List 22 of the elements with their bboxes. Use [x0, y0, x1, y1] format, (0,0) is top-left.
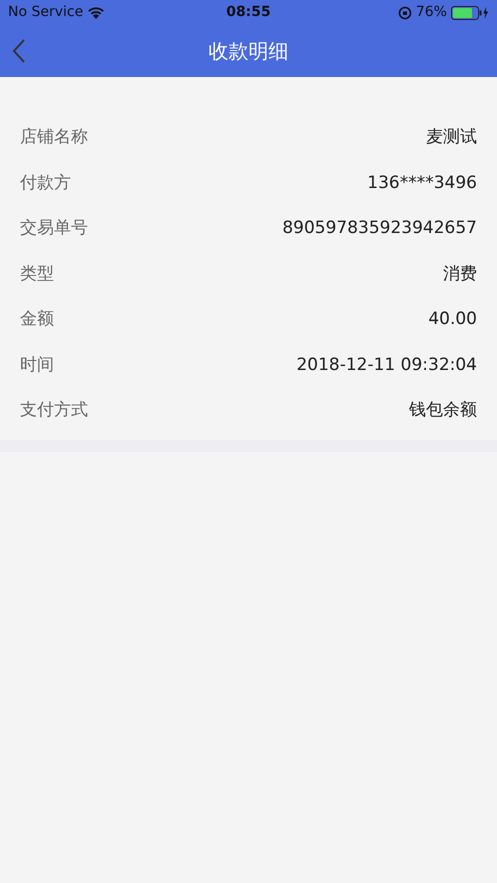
wifi-icon [87, 6, 106, 19]
detail-label: 支付方式 [20, 399, 88, 422]
detail-value: 136****3496 [367, 172, 477, 194]
detail-value: 消费 [443, 262, 477, 286]
battery-percent: 76% [416, 3, 447, 22]
detail-label: 金额 [20, 308, 54, 331]
detail-label: 付款方 [20, 172, 71, 194]
detail-value: 40.00 [428, 308, 477, 331]
back-button[interactable] [12, 38, 26, 63]
detail-value: 钱包余额 [409, 399, 477, 422]
carrier-text: No Service [8, 3, 84, 22]
battery-icon [450, 6, 489, 20]
clock-time: 08:55 [226, 3, 271, 22]
detail-label: 店铺名称 [20, 126, 88, 149]
page-title: 收款明细 [208, 38, 288, 65]
detail-value: 2018-12-11 09:32:04 [296, 354, 477, 376]
detail-value: 890597835923942657 [282, 217, 477, 240]
rotation-lock-icon [398, 6, 412, 20]
detail-label: 类型 [20, 262, 54, 286]
detail-label: 交易单号 [20, 217, 88, 240]
detail-value: 麦测试 [426, 126, 477, 149]
detail-label: 时间 [20, 354, 54, 376]
